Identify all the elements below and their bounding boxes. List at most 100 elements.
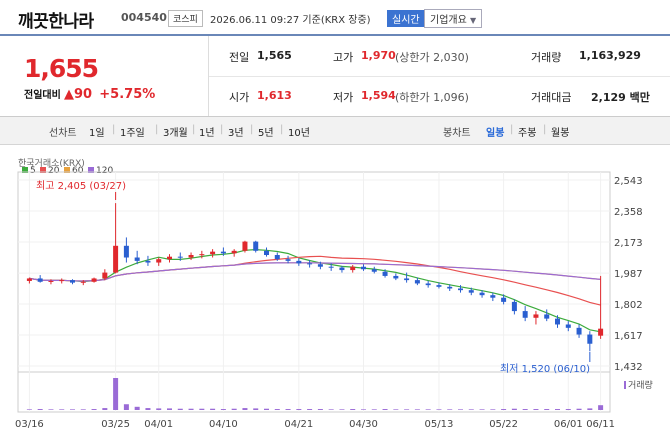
x-tick-label: 05/13 (425, 419, 454, 430)
volume-bar (274, 409, 280, 410)
candle-body (458, 288, 463, 291)
volume-bar (479, 409, 485, 410)
volume-bar (199, 408, 205, 410)
candle-body (565, 324, 571, 328)
y-tick-label: 2,543 (614, 176, 643, 187)
candle-body (199, 254, 205, 256)
candle-body (264, 250, 269, 256)
volume-legend-swatch (624, 381, 626, 389)
volume-bar (59, 409, 65, 410)
candle-body (468, 290, 474, 293)
candle-body (307, 263, 313, 265)
y-tick-label: 2,358 (614, 207, 643, 218)
candle-body (587, 334, 593, 344)
volume-bar (382, 409, 388, 410)
volume-bar (576, 408, 582, 410)
candle-body (598, 328, 604, 336)
volume-bar (156, 408, 162, 410)
candle-body (70, 280, 75, 283)
x-tick-label: 06/11 (586, 419, 615, 430)
y-tick-label: 2,173 (614, 238, 643, 249)
candle-body (26, 278, 32, 281)
volume-bar (264, 408, 269, 410)
volume-bar (339, 409, 345, 410)
volume-bar (361, 409, 366, 410)
volume-bar (91, 409, 97, 410)
x-tick-label: 04/21 (284, 419, 313, 430)
candle-body (350, 266, 356, 271)
candle-body (231, 250, 237, 254)
volume-bar (37, 409, 43, 410)
candle-body (274, 255, 280, 260)
y-tick-label: 1,432 (614, 362, 643, 373)
volume-bar (522, 409, 528, 410)
volume-bar (188, 408, 194, 410)
candle-body (425, 283, 431, 286)
y-tick-label: 1,617 (614, 331, 643, 342)
candle-body (533, 314, 539, 318)
high-annotation: 최고 2,405 (03/27) (36, 180, 126, 192)
volume-bar (328, 409, 334, 410)
volume-bar (134, 406, 140, 410)
volume-bar (70, 409, 75, 410)
candle-body (361, 266, 366, 270)
volume-bar (48, 409, 54, 410)
candle-body (188, 255, 194, 258)
candle-body (59, 280, 65, 282)
volume-bar (425, 409, 431, 410)
candle-body (544, 314, 550, 319)
volume-bar (468, 409, 474, 410)
volume-bar (511, 408, 517, 410)
y-tick-label: 1,987 (614, 269, 643, 280)
candle-body (555, 318, 560, 325)
volume-bar (220, 409, 226, 410)
volume-bar (544, 409, 550, 410)
candle-body (479, 292, 485, 296)
candle-body (37, 278, 43, 282)
candlestick-chart[interactable]: 2,543 2,358 2,173 1,987 1,802 1,617 1,432 03/16… (0, 0, 670, 446)
volume-bar (145, 408, 151, 410)
volume-bar (317, 409, 323, 410)
volume-bar (414, 409, 420, 410)
volume-bar (447, 409, 453, 410)
volume-bar (167, 408, 172, 410)
candle-body (220, 251, 226, 254)
candle-body (339, 267, 345, 271)
volume-bar (393, 409, 399, 410)
volume-bar (404, 409, 410, 410)
chart-frame (17, 171, 611, 413)
candle-body (371, 269, 377, 272)
volume-bar (436, 409, 442, 410)
volume-bar (285, 409, 291, 410)
candle-body (80, 281, 86, 283)
volume-bar (501, 409, 507, 410)
volume-bar (113, 378, 119, 410)
volume-label: 거래량 (628, 379, 653, 391)
candle-body (382, 271, 388, 276)
volume-bar (587, 408, 593, 410)
x-tick-label: 04/01 (144, 419, 173, 430)
candle-body (436, 285, 442, 287)
candle-body (501, 297, 507, 302)
candle-body (328, 266, 334, 268)
volume-bar (350, 409, 356, 410)
candle-body (317, 264, 323, 267)
candle-body (404, 278, 410, 281)
x-tick-label: 04/10 (209, 419, 238, 430)
candle-body (511, 301, 517, 312)
volume-bar (598, 405, 604, 410)
volume-bar (296, 409, 302, 410)
x-tick-label: 06/01 (554, 419, 583, 430)
candle-body (490, 295, 496, 298)
candle-body (285, 259, 291, 261)
candle-body (576, 327, 582, 335)
candle-body (414, 280, 420, 284)
x-tick-label: 04/30 (349, 419, 378, 430)
low-annotation: 최저 1,520 (06/10) (500, 363, 590, 375)
x-tick-label: 03/25 (101, 419, 130, 430)
candle-body (296, 260, 302, 264)
volume-bar (26, 409, 32, 410)
candle-body (113, 245, 119, 273)
volume-bar (177, 408, 183, 410)
y-tick-label: 1,802 (614, 300, 643, 311)
